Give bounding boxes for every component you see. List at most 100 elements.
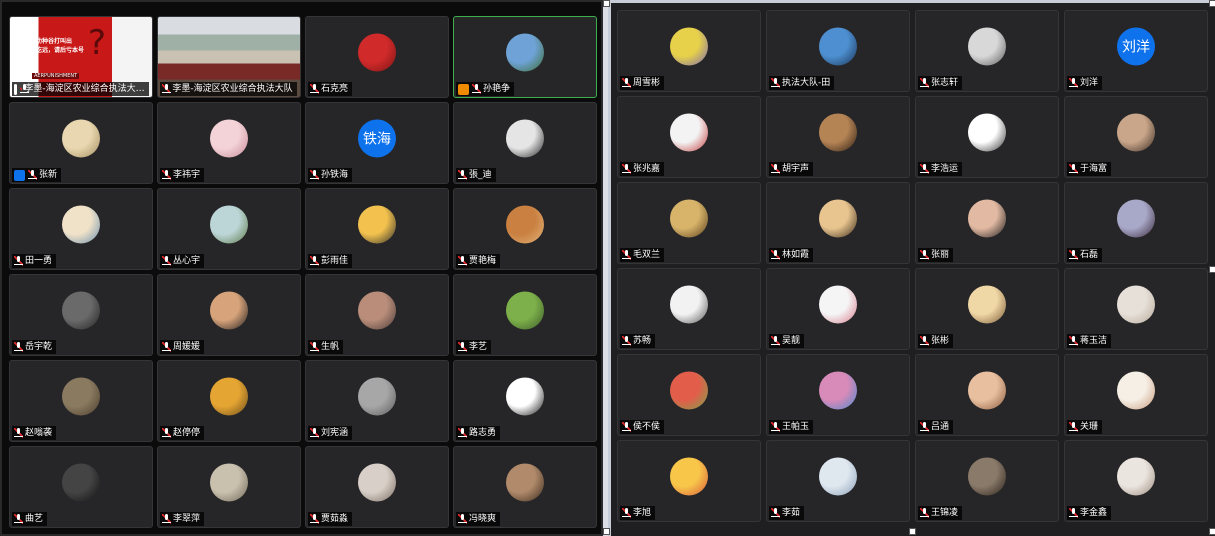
mic-muted-icon — [14, 342, 23, 352]
participant-tile[interactable]: 曲艺 — [9, 446, 153, 528]
participant-tile[interactable]: 岳宇乾 — [9, 274, 153, 356]
participant-tile[interactable]: 李浩运 — [915, 96, 1059, 178]
participant-tile[interactable]: 王锦凌 — [915, 440, 1059, 522]
participant-tile[interactable]: 生帆 — [305, 274, 449, 356]
resize-handle-top-right[interactable] — [1209, 0, 1215, 7]
participant-tile[interactable]: 吕通 — [915, 354, 1059, 436]
participant-name: 吕通 — [931, 422, 950, 432]
participant-tile[interactable]: 张新 — [9, 102, 153, 184]
participant-tile[interactable]: 赵嗡袭 — [9, 360, 153, 442]
mic-muted-icon — [622, 250, 631, 260]
participant-tile[interactable]: ? 劝种谷打叫出 吃远，请后亏本号 AERPUNISHMENT 李墨-海淀区农业综合执… — [9, 16, 153, 98]
participant-name-bar: 贾茹淼 — [308, 512, 353, 526]
participant-name-bar: 李浩运 — [918, 162, 963, 176]
resize-handle-bottom-mid[interactable] — [909, 528, 916, 535]
mic-muted-icon — [310, 514, 319, 524]
participant-tile[interactable]: 張_迪 — [453, 102, 597, 184]
participant-tile[interactable]: 赵停停 — [157, 360, 301, 442]
avatar — [210, 463, 248, 502]
mic-muted-icon — [622, 164, 631, 174]
participant-tile[interactable]: 吴靓 — [766, 268, 910, 350]
participant-tile[interactable]: 林如霞 — [766, 182, 910, 264]
participant-name: 胡宇声 — [782, 164, 810, 174]
mic-muted-icon — [14, 256, 23, 266]
participant-tile[interactable]: 李旭 — [617, 440, 761, 522]
avatar — [1117, 371, 1155, 410]
participant-name-bar: 周雪彬 — [620, 76, 665, 90]
mic-muted-icon — [771, 336, 780, 346]
participant-name-bar: 李祎宇 — [160, 168, 205, 182]
participant-tile[interactable]: 执法大队-田 — [766, 10, 910, 92]
resize-handle-top-left[interactable] — [603, 0, 610, 7]
participant-name-bar: 王帕玉 — [769, 420, 814, 434]
participant-tile[interactable]: 李祎宇 — [157, 102, 301, 184]
participant-tile[interactable]: 丛心宇 — [157, 188, 301, 270]
participant-tile[interactable]: 李金鑫 — [1064, 440, 1208, 522]
participant-tile[interactable]: 于海富 — [1064, 96, 1208, 178]
participant-tile[interactable]: 李翠萍 — [157, 446, 301, 528]
avatar: 刘洋 — [1117, 27, 1155, 66]
participant-tile[interactable]: 彭雨佳 — [305, 188, 449, 270]
avatar — [62, 377, 100, 416]
participant-tile[interactable]: 李艺 — [453, 274, 597, 356]
participant-tile[interactable]: 贾艳梅 — [453, 188, 597, 270]
participant-tile[interactable]: 关珊 — [1064, 354, 1208, 436]
participant-name: 李金鑫 — [1080, 508, 1108, 518]
participant-tile[interactable]: 李茹 — [766, 440, 910, 522]
participant-tile[interactable]: 张彬 — [915, 268, 1059, 350]
avatar — [819, 371, 857, 410]
participant-name: 李旭 — [633, 508, 652, 518]
participant-tile[interactable]: 石磊 — [1064, 182, 1208, 264]
participant-tile[interactable]: 毛双兰 — [617, 182, 761, 264]
participant-tile[interactable]: 贾茹淼 — [305, 446, 449, 528]
avatar — [968, 285, 1006, 324]
resize-handle-bottom-left[interactable] — [603, 528, 610, 535]
participant-tile[interactable]: 田一勇 — [9, 188, 153, 270]
participant-tile[interactable]: 苏畅 — [617, 268, 761, 350]
participant-name-bar: 赵停停 — [160, 426, 205, 440]
mic-muted-icon — [310, 170, 319, 180]
participant-name-bar: 贾艳梅 — [456, 254, 501, 268]
participant-name-bar: 吕通 — [918, 420, 954, 434]
participant-name: 李祎宇 — [173, 170, 201, 180]
participant-tile[interactable]: 刘宪涵 — [305, 360, 449, 442]
mic-muted-icon — [1069, 250, 1078, 260]
participant-tile[interactable]: 冯晓爽 — [453, 446, 597, 528]
participant-tile[interactable]: 蒋玉洁 — [1064, 268, 1208, 350]
participant-tile[interactable]: 王帕玉 — [766, 354, 910, 436]
participant-name-bar: 张彬 — [918, 334, 954, 348]
participant-tile[interactable]: 李墨-海淀区农业综合执法大队 — [157, 16, 301, 98]
participant-tile[interactable]: 铁海 孙铁海 — [305, 102, 449, 184]
resize-handle-bottom-right[interactable] — [1209, 528, 1215, 535]
slide-question-mark-icon: ? — [88, 23, 107, 63]
resize-handle-right-mid[interactable] — [1209, 266, 1215, 273]
participant-tile[interactable]: 侯不侯 — [617, 354, 761, 436]
participant-name-bar: 岳宇乾 — [12, 340, 57, 354]
participant-tile[interactable]: 周媛媛 — [157, 274, 301, 356]
avatar — [358, 33, 396, 72]
avatar — [62, 291, 100, 330]
participant-tile[interactable]: 路志勇 — [453, 360, 597, 442]
participant-name-bar: 王锦凌 — [918, 506, 963, 520]
participant-name-bar: 于海富 — [1067, 162, 1112, 176]
participant-tile[interactable]: 张兆嘉 — [617, 96, 761, 178]
mic-muted-icon — [162, 342, 171, 352]
mic-muted-icon — [771, 422, 780, 432]
participant-name-bar: 执法大队-田 — [769, 76, 835, 90]
mic-muted-icon — [920, 78, 929, 88]
mic-muted-icon — [771, 78, 780, 88]
participant-name-bar: 路志勇 — [456, 426, 501, 440]
mic-muted-icon — [162, 428, 171, 438]
participant-name: 赵嗡袭 — [25, 428, 53, 438]
participant-tile[interactable]: 张志轩 — [915, 10, 1059, 92]
participant-name-bar: 毛双兰 — [620, 248, 665, 262]
participant-tile[interactable]: 刘洋 刘洋 — [1064, 10, 1208, 92]
mic-muted-icon — [472, 84, 481, 94]
participant-tile[interactable]: 张丽 — [915, 182, 1059, 264]
participant-tile[interactable]: 孙艳争 — [453, 16, 597, 98]
participant-tile[interactable]: 石克亮 — [305, 16, 449, 98]
participant-tile[interactable]: 胡宇声 — [766, 96, 910, 178]
participant-tile[interactable]: 周雪彬 — [617, 10, 761, 92]
participant-name: 路志勇 — [469, 428, 497, 438]
participant-name-bar: 刘宪涵 — [308, 426, 353, 440]
